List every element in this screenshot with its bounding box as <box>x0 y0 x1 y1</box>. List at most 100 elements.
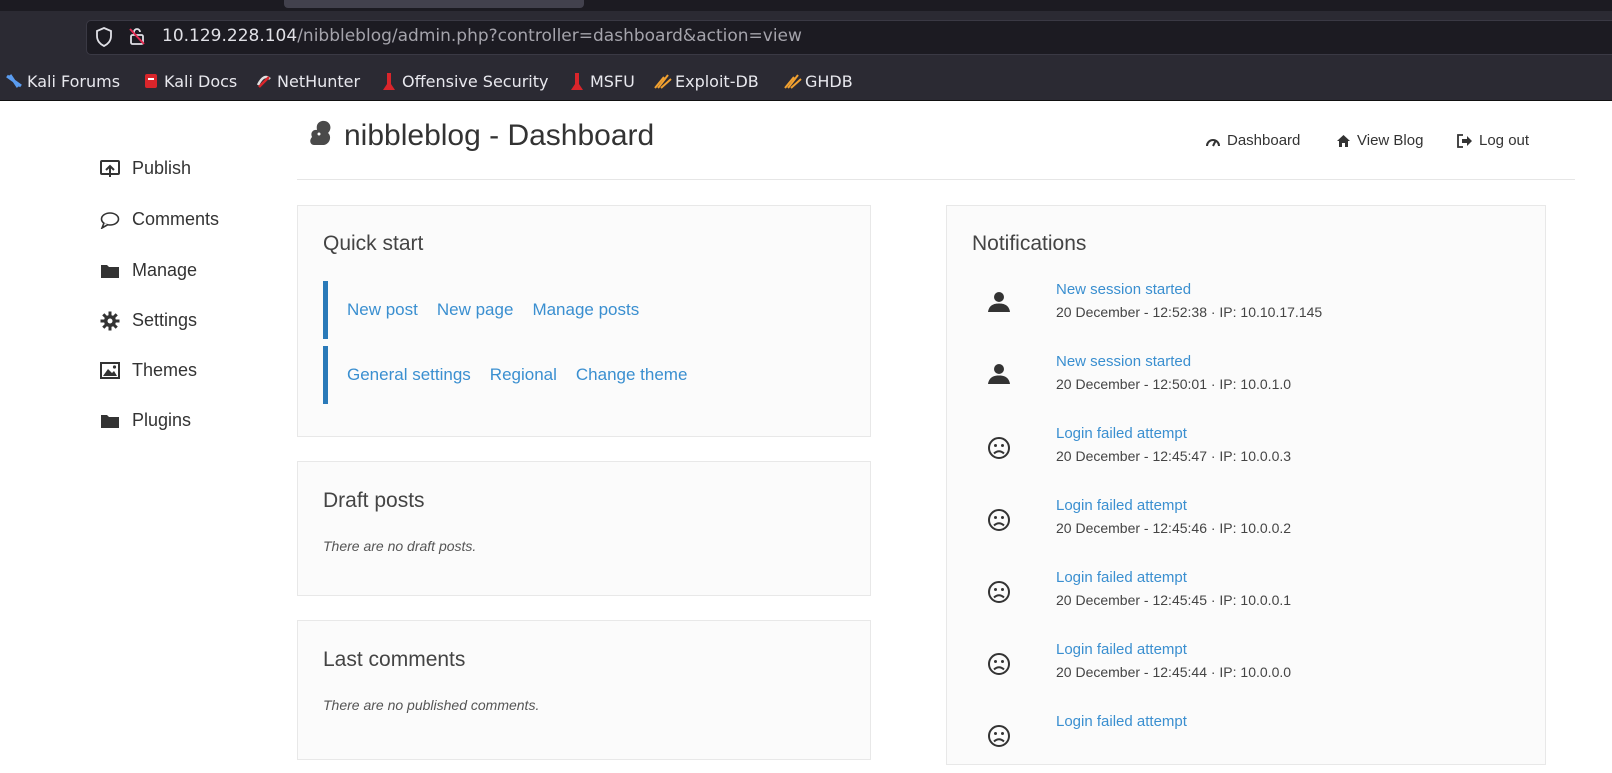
bookmark-label: Offensive Security <box>402 71 549 91</box>
notification-detail: 20 December - 12:52:38 · IP: 10.10.17.14… <box>1056 304 1323 320</box>
notifications-panel: Notifications New session started 20 Dec… <box>946 205 1546 765</box>
regional-link[interactable]: Regional <box>490 365 557 385</box>
draft-posts-panel: Draft posts There are no draft posts. <box>297 461 871 596</box>
new-page-link[interactable]: New page <box>437 300 514 320</box>
notification-detail: 20 December - 12:45:45 · IP: 10.0.0.1 <box>1056 592 1292 608</box>
change-theme-link[interactable]: Change theme <box>576 365 688 385</box>
notification-item: Login failed attempt 20 December - 12:45… <box>972 425 1492 485</box>
bookmark-label: NetHunter <box>277 71 361 91</box>
kali-forums-icon <box>6 73 22 89</box>
sidebar-item-label: Themes <box>132 360 198 380</box>
notification-detail: 20 December - 12:50:01 · IP: 10.0.1.0 <box>1056 376 1292 392</box>
publish-icon <box>100 159 120 179</box>
notification-item: Login failed attempt 20 December - 12:45… <box>972 569 1492 629</box>
sad-face-icon <box>986 435 1012 461</box>
quick-start-row-content: New post New page Manage posts <box>323 281 639 339</box>
sad-face-icon <box>986 507 1012 533</box>
notification-title[interactable]: New session started <box>1056 281 1191 298</box>
sidebar-item-comments[interactable]: Comments <box>100 209 219 230</box>
nav-label: View Blog <box>1357 132 1424 149</box>
bookmark-nethunter[interactable]: NetHunter <box>256 70 360 92</box>
sidebar-item-settings[interactable]: Settings <box>100 310 197 331</box>
quick-start-panel: Quick start New post New page Manage pos… <box>297 205 871 437</box>
notification-detail: 20 December - 12:45:47 · IP: 10.0.0.3 <box>1056 448 1292 464</box>
bookmark-kali-docs[interactable]: Kali Docs <box>143 70 237 92</box>
nav-dashboard[interactable]: Dashboard <box>1205 132 1300 149</box>
quick-start-title: Quick start <box>323 232 424 255</box>
notification-title[interactable]: Login failed attempt <box>1056 569 1187 586</box>
sidebar-item-publish[interactable]: Publish <box>100 158 191 179</box>
sidebar-item-themes[interactable]: Themes <box>100 360 197 381</box>
url-text[interactable]: 10.129.228.104/nibbleblog/admin.php?cont… <box>162 26 802 46</box>
ghdb-icon <box>784 73 802 89</box>
nav-label: Log out <box>1479 132 1530 149</box>
sidebar-item-label: Comments <box>132 209 220 229</box>
image-icon <box>100 361 120 381</box>
sidebar-item-label: Plugins <box>132 410 192 430</box>
msfu-icon <box>569 73 585 90</box>
page-header: nibbleblog - Dashboard <box>308 118 654 153</box>
general-settings-link[interactable]: General settings <box>347 365 471 385</box>
bookmark-label: GHDB <box>805 71 853 91</box>
sidebar-item-label: Manage <box>132 260 198 280</box>
bookmark-label: MSFU <box>590 71 635 91</box>
draft-posts-empty: There are no draft posts. <box>323 538 477 554</box>
nethunter-icon <box>256 73 272 89</box>
notification-item: Login failed attempt 20 December - 12:45… <box>972 497 1492 557</box>
sidebar-item-manage[interactable]: Manage <box>100 260 197 281</box>
sad-face-icon <box>986 579 1012 605</box>
sad-face-icon <box>986 723 1012 749</box>
notification-item: Login failed attempt <box>972 713 1492 773</box>
kali-docs-icon <box>143 73 159 89</box>
notification-item: Login failed attempt 20 December - 12:45… <box>972 641 1492 701</box>
user-icon <box>986 361 1012 387</box>
url-path: /nibbleblog/admin.php?controller=dashboa… <box>297 26 802 46</box>
squirrel-logo-icon <box>308 118 334 153</box>
notification-title[interactable]: New session started <box>1056 353 1191 370</box>
gauge-icon <box>1205 135 1221 147</box>
nav-label: Dashboard <box>1227 132 1301 149</box>
nav-view-blog[interactable]: View Blog <box>1336 132 1423 149</box>
bookmark-exploit-db[interactable]: Exploit-DB <box>654 70 759 92</box>
notifications-title: Notifications <box>972 232 1087 255</box>
sidebar-item-label: Publish <box>132 158 192 178</box>
header-divider <box>297 179 1575 180</box>
browser-active-tab[interactable] <box>284 0 584 8</box>
new-post-link[interactable]: New post <box>347 300 418 320</box>
notification-item: New session started 20 December - 12:52:… <box>972 281 1492 341</box>
last-comments-empty: There are no published comments. <box>323 697 540 713</box>
gear-icon <box>100 311 120 331</box>
notification-detail: 20 December - 12:45:46 · IP: 10.0.0.2 <box>1056 520 1292 536</box>
bookmark-kali-forums[interactable]: Kali Forums <box>6 70 120 92</box>
last-comments-title: Last comments <box>323 648 466 671</box>
logout-icon <box>1457 133 1473 148</box>
page-title: nibbleblog - Dashboard <box>344 118 655 152</box>
bookmark-label: Kali Docs <box>164 71 238 91</box>
shield-icon[interactable] <box>95 27 113 47</box>
offsec-icon <box>381 73 397 90</box>
notification-title[interactable]: Login failed attempt <box>1056 713 1187 730</box>
bookmark-offensive-security[interactable]: Offensive Security <box>381 70 548 92</box>
comment-icon <box>100 210 120 230</box>
bookmark-label: Kali Forums <box>27 71 121 91</box>
page-content: Publish Comments Manage Settings Themes … <box>0 101 1612 765</box>
browser-tab-strip <box>0 0 1612 11</box>
sad-face-icon <box>986 651 1012 677</box>
exploit-db-icon <box>654 73 672 89</box>
manage-posts-link[interactable]: Manage posts <box>532 300 639 320</box>
bookmark-label: Exploit-DB <box>675 71 759 91</box>
insecure-lock-icon[interactable] <box>127 26 145 45</box>
bookmark-msfu[interactable]: MSFU <box>569 70 635 92</box>
notification-item: New session started 20 December - 12:50:… <box>972 353 1492 413</box>
notification-title[interactable]: Login failed attempt <box>1056 497 1187 514</box>
last-comments-panel: Last comments There are no published com… <box>297 620 871 760</box>
folder-icon <box>100 411 120 431</box>
folder-icon <box>100 261 120 281</box>
bookmark-ghdb[interactable]: GHDB <box>784 70 853 92</box>
notification-title[interactable]: Login failed attempt <box>1056 425 1187 442</box>
sidebar-item-label: Settings <box>132 310 198 330</box>
notification-title[interactable]: Login failed attempt <box>1056 641 1187 658</box>
nav-log-out[interactable]: Log out <box>1457 132 1529 149</box>
user-icon <box>986 289 1012 315</box>
sidebar-item-plugins[interactable]: Plugins <box>100 410 191 431</box>
